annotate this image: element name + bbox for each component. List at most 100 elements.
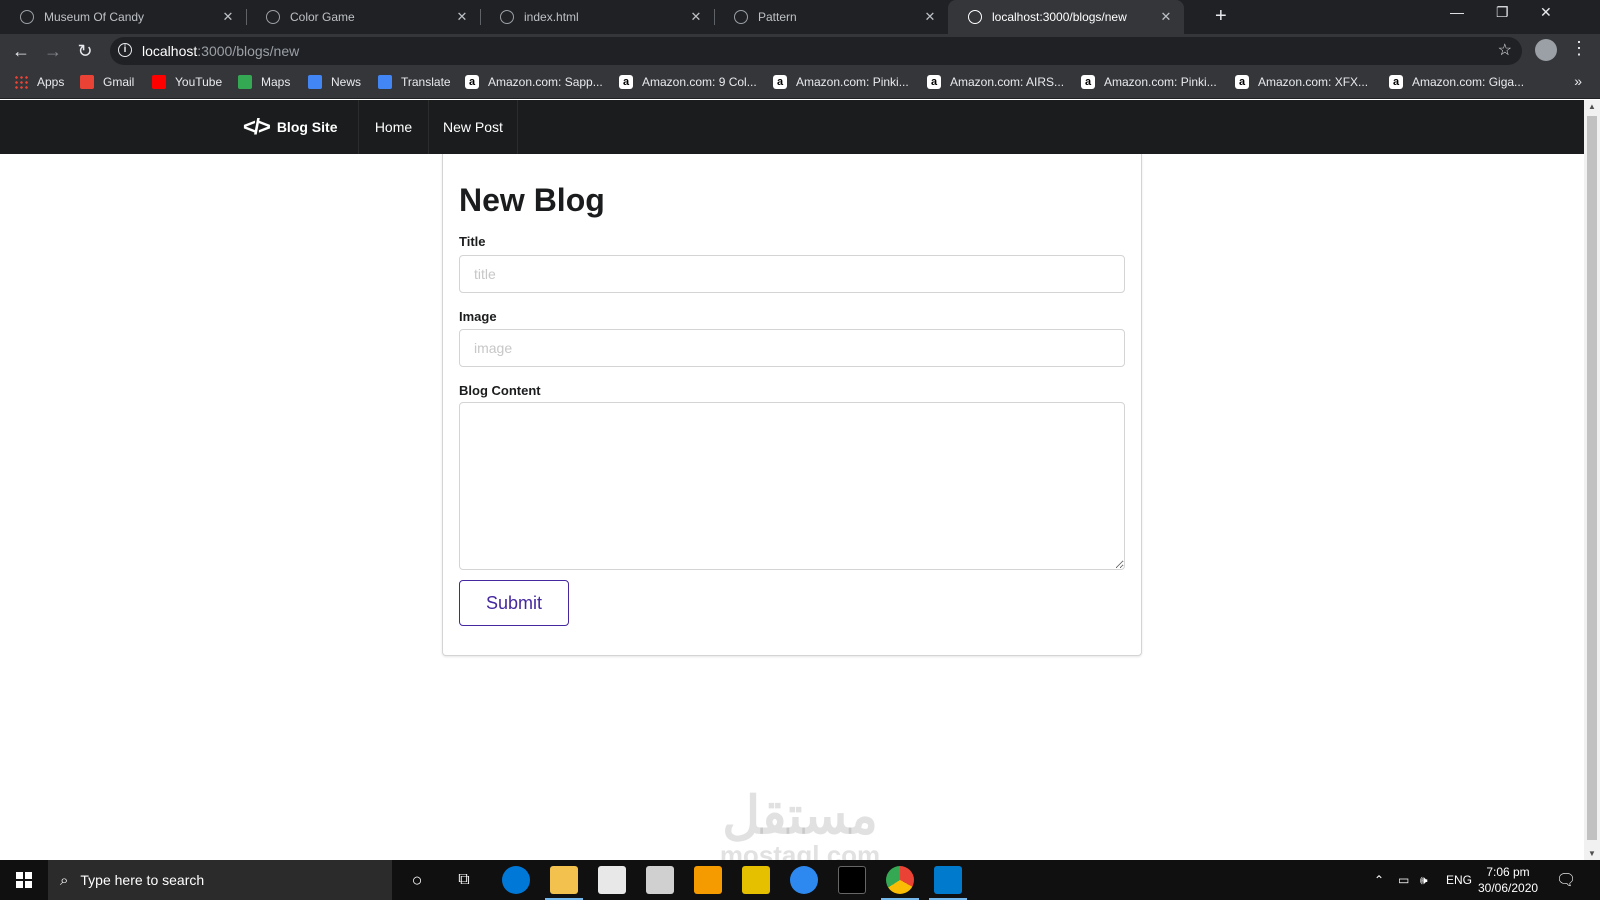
bookmark-label: Amazon.com: Giga... [1412,75,1525,89]
bookmark-amazon[interactable]: a Amazon.com: Sapp... [465,75,603,89]
globe-icon [266,10,280,24]
store-icon[interactable] [598,866,626,894]
bookmark-label: Amazon.com: Sapp... [488,75,603,89]
bookmark-maps[interactable]: Maps [238,75,290,89]
bookmark-apps[interactable]: Apps [14,75,64,89]
page-viewport: </> Blog Site Home New Post New Blog Tit… [0,100,1584,860]
translate-icon [378,75,392,89]
task-view-icon[interactable]: ⧉ [450,866,478,894]
language-indicator[interactable]: ENG [1446,860,1472,900]
restore-icon[interactable]: ❐ [1496,4,1509,21]
forward-arrow-icon[interactable]: → [40,38,66,64]
amazon-icon: a [619,75,633,89]
window-close-icon[interactable]: ✕ [1540,4,1552,21]
bookmark-amazon[interactable]: a Amazon.com: Pinki... [773,75,909,89]
new-tab-icon[interactable]: + [1215,5,1227,28]
network-icon[interactable]: ▭ [1398,860,1409,900]
amazon-icon: a [773,75,787,89]
browser-tab[interactable]: Pattern ✕ [714,0,948,34]
image-input[interactable] [459,329,1125,367]
minimize-icon[interactable]: — [1450,4,1464,20]
clock-date: 30/06/2020 [1478,881,1539,895]
start-button[interactable] [0,860,48,900]
back-arrow-icon[interactable]: ← [8,38,34,64]
browser-tab-strip: Museum Of Candy ✕ Color Game ✕ index.htm… [0,0,1600,34]
address-bar[interactable]: i localhost:3000/blogs/new ☆ [110,37,1522,65]
globe-icon [968,10,982,24]
search-placeholder: Type here to search [80,872,205,888]
nav-new-post[interactable]: New Post [428,100,518,154]
bookmark-amazon[interactable]: a Amazon.com: Giga... [1389,75,1524,89]
bookmark-amazon[interactable]: a Amazon.com: XFX... [1235,75,1368,89]
browser-tab[interactable]: Color Game ✕ [246,0,480,34]
info-icon[interactable]: i [118,43,132,57]
tab-title: index.html [524,10,579,24]
tray-chevron-up-icon[interactable]: ⌃ [1374,860,1384,900]
close-icon[interactable]: ✕ [454,9,470,25]
scroll-up-icon[interactable]: ▲ [1587,102,1597,111]
bookmark-news[interactable]: News [308,75,361,89]
taskbar-clock[interactable]: 7:06 pm 30/06/2020 [1478,864,1538,896]
bookmark-amazon[interactable]: a Amazon.com: AIRS... [927,75,1064,89]
url-path: :3000/blogs/new [197,43,300,59]
taskbar-search[interactable]: ⌕ Type here to search [48,860,392,900]
volume-icon[interactable]: 🕪 [1420,860,1428,900]
amazon-icon: a [1389,75,1403,89]
edge-icon[interactable] [502,866,530,894]
cortana-icon[interactable]: ○ [403,866,431,894]
profile-avatar[interactable] [1535,39,1557,61]
maps-icon [238,75,252,89]
reload-icon[interactable]: ↻ [72,38,98,64]
blog-content-textarea[interactable] [459,402,1125,570]
sublime-text-icon[interactable] [694,866,722,894]
mail-icon[interactable] [646,866,674,894]
bookmark-label: News [331,75,362,89]
chrome-icon[interactable] [886,866,914,894]
browser-tab[interactable]: index.html ✕ [480,0,714,34]
vscode-icon[interactable] [934,866,962,894]
close-icon[interactable]: ✕ [1158,9,1174,25]
chevron-double-right-icon[interactable]: » [1574,73,1582,89]
bookmark-youtube[interactable]: YouTube [152,75,222,89]
scrollbar-thumb[interactable] [1587,116,1597,840]
windows-logo-icon [16,872,32,888]
notification-icon[interactable]: 🗨 [1556,860,1576,900]
menu-kebab-icon[interactable]: ⋮ [1570,38,1588,59]
video-editor-icon[interactable] [742,866,770,894]
bookmark-label: Gmail [103,75,135,89]
site-brand[interactable]: </> Blog Site [243,100,337,154]
file-explorer-icon[interactable] [550,866,578,894]
close-icon[interactable]: ✕ [922,9,938,25]
browser-toolbar: ← → ↻ i localhost:3000/blogs/new ☆ ⋮ [0,34,1600,68]
bookmark-label: Amazon.com: XFX... [1258,75,1369,89]
bookmark-translate[interactable]: Translate [378,75,451,89]
nav-home[interactable]: Home [358,100,428,154]
tab-title: Pattern [758,10,797,24]
shield-icon[interactable] [790,866,818,894]
tab-title: Museum Of Candy [44,10,145,24]
nav-label: New Post [443,119,503,135]
terminal-icon[interactable] [838,866,866,894]
browser-tab-active[interactable]: localhost:3000/blogs/new ✕ [948,0,1184,34]
close-icon[interactable]: ✕ [220,9,236,25]
watermark: مستقل mostaql.com [680,790,920,868]
bookmark-star-icon[interactable]: ☆ [1498,40,1512,60]
bookmark-amazon[interactable]: a Amazon.com: Pinki... [1081,75,1217,89]
submit-button[interactable]: Submit [459,580,569,626]
tab-title: Color Game [290,10,355,24]
globe-icon [734,10,748,24]
bookmark-gmail[interactable]: Gmail [80,75,134,89]
url-text[interactable]: localhost:3000/blogs/new [142,43,299,59]
browser-tab[interactable]: Museum Of Candy ✕ [0,0,246,34]
site-navbar: </> Blog Site Home New Post [0,100,1584,154]
page-scrollbar[interactable]: ▲ ▼ [1584,100,1600,860]
scroll-down-icon[interactable]: ▼ [1587,849,1597,858]
bookmark-label: Amazon.com: Pinki... [1104,75,1217,89]
title-label: Title [459,234,486,249]
blog-content-label: Blog Content [459,383,541,398]
title-input[interactable] [459,255,1125,293]
close-icon[interactable]: ✕ [688,9,704,25]
bookmark-amazon[interactable]: a Amazon.com: 9 Col... [619,75,757,89]
page-title: New Blog [459,182,605,218]
tab-title: localhost:3000/blogs/new [992,10,1127,24]
